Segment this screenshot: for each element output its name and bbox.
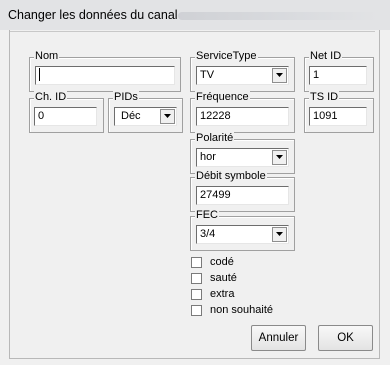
checkbox-non-souhaite-label: non souhaité <box>210 304 273 316</box>
debit-symbole-label: Débit symbole <box>195 170 267 183</box>
checkbox-saute-label: sauté <box>210 272 237 284</box>
ch-id-value: 0 <box>38 110 45 122</box>
text-caret-icon <box>39 67 40 81</box>
frequence-input[interactable]: 12228 <box>196 107 289 126</box>
polarite-label: Polarité <box>195 132 235 145</box>
frequence-label: Fréquence <box>195 91 250 104</box>
net-id-label: Net ID <box>309 50 343 63</box>
fec-value: 3/4 <box>200 228 216 240</box>
cancel-button[interactable]: Annuler <box>251 325 306 351</box>
ts-id-label: TS ID <box>309 91 340 104</box>
polarite-value: hor <box>200 151 216 163</box>
dialog-window: Changer les données du canal Nom Service… <box>0 0 390 365</box>
debit-symbole-input[interactable]: 27499 <box>196 186 289 205</box>
checkbox-box[interactable] <box>191 305 202 316</box>
chevron-down-icon[interactable] <box>272 150 287 165</box>
pids-label: PIDs <box>113 91 139 104</box>
title-bar[interactable]: Changer les données du canal <box>0 0 390 30</box>
ch-id-input[interactable]: 0 <box>34 107 97 126</box>
service-type-label: ServiceType <box>195 50 258 63</box>
net-id-value: 1 <box>313 69 320 81</box>
pids-select[interactable]: Déc <box>114 107 177 126</box>
fec-label: FEC <box>195 209 219 222</box>
ts-id-value: 1091 <box>313 110 338 122</box>
checkbox-code-label: codé <box>210 256 234 268</box>
checkbox-extra-label: extra <box>210 288 235 300</box>
checkbox-box[interactable] <box>191 257 202 268</box>
checkbox-saute[interactable]: sauté <box>191 272 331 286</box>
checkbox-non-souhaite[interactable]: non souhaité <box>191 304 331 318</box>
checkbox-box[interactable] <box>191 273 202 284</box>
dialog-title: Changer les données du canal <box>8 8 178 22</box>
separator <box>10 31 375 32</box>
service-type-value: TV <box>200 69 215 81</box>
fec-select[interactable]: 3/4 <box>196 225 289 244</box>
pids-value: Déc <box>121 110 141 122</box>
ch-id-label: Ch. ID <box>34 91 68 104</box>
nom-label: Nom <box>34 50 60 63</box>
checkbox-extra[interactable]: extra <box>191 288 331 302</box>
polarite-select[interactable]: hor <box>196 148 289 167</box>
net-id-input[interactable]: 1 <box>309 66 367 85</box>
chevron-down-icon[interactable] <box>272 227 287 242</box>
ok-button[interactable]: OK <box>318 325 373 351</box>
checkbox-code[interactable]: codé <box>191 256 331 270</box>
nom-input[interactable] <box>35 66 175 85</box>
debit-symbole-value: 27499 <box>200 189 231 201</box>
frequence-value: 12228 <box>200 110 231 122</box>
service-type-select[interactable]: TV <box>196 66 289 85</box>
chevron-down-icon[interactable] <box>272 68 287 83</box>
ts-id-input[interactable]: 1091 <box>309 107 367 126</box>
chevron-down-icon[interactable] <box>160 109 175 124</box>
blurred-background-text <box>178 12 378 20</box>
checkbox-box[interactable] <box>191 289 202 300</box>
